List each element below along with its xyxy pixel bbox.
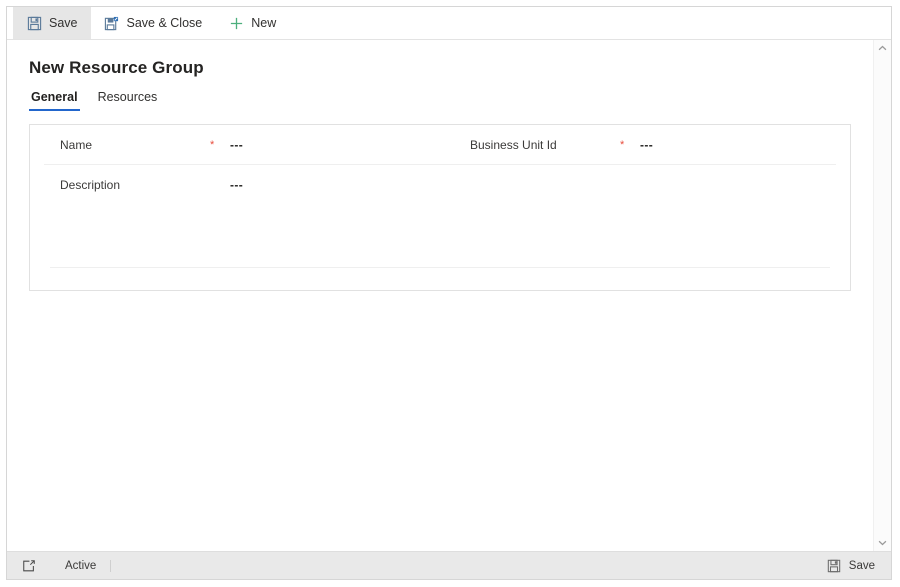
- save-button-label: Save: [49, 16, 78, 30]
- field-description-value[interactable]: ---: [230, 178, 243, 192]
- tab-general-label: General: [31, 90, 78, 104]
- new-button-label: New: [251, 16, 277, 30]
- field-business-unit-id[interactable]: Business Unit Id * ---: [440, 125, 850, 164]
- save-and-close-button[interactable]: Save & Close: [91, 7, 216, 39]
- status-badge: Active: [65, 559, 112, 572]
- status-left-group: Active: [21, 558, 112, 574]
- field-business-unit-id-required-marker: *: [620, 139, 625, 151]
- field-name-label: Name: [60, 137, 93, 152]
- save-button[interactable]: Save: [13, 7, 91, 39]
- field-business-unit-id-label: Business Unit Id: [470, 137, 557, 152]
- save-icon: [26, 15, 42, 31]
- form-body: New Resource Group General Resources Nam…: [7, 40, 891, 551]
- field-name-value[interactable]: ---: [230, 138, 243, 152]
- form-row: Description ---: [30, 165, 850, 204]
- form-row: Name * --- Business Unit Id * ---: [30, 125, 850, 164]
- status-bar: Active Save: [7, 551, 891, 579]
- chevron-down-icon[interactable]: [874, 534, 891, 551]
- tab-resources-label: Resources: [97, 90, 158, 104]
- save-and-close-button-label: Save & Close: [126, 16, 203, 30]
- vertical-scrollbar[interactable]: [873, 40, 891, 551]
- form-tabstrip: General Resources: [29, 90, 873, 111]
- command-bar: Save Save & Close New: [7, 7, 891, 40]
- page-title: New Resource Group: [29, 58, 204, 77]
- field-description-required-marker: [210, 184, 230, 186]
- status-save-button[interactable]: Save: [820, 555, 881, 577]
- tab-general[interactable]: General: [29, 90, 80, 111]
- field-name[interactable]: Name * ---: [30, 125, 440, 164]
- plus-icon: [228, 15, 244, 31]
- record-form-window: Save Save & Close New New Resource Group…: [6, 6, 892, 580]
- field-description[interactable]: Description ---: [30, 165, 440, 204]
- save-and-close-icon: [104, 15, 120, 31]
- card-footer-space: [30, 268, 850, 290]
- card-empty-space: [30, 204, 850, 267]
- chevron-up-icon[interactable]: [874, 40, 891, 57]
- field-business-unit-id-value[interactable]: ---: [640, 138, 653, 152]
- status-save-label: Save: [848, 559, 875, 572]
- save-icon: [826, 558, 842, 574]
- general-form-card: Name * --- Business Unit Id * --- Descri…: [29, 124, 851, 291]
- field-name-required-marker: *: [210, 139, 215, 151]
- field-description-label: Description: [60, 177, 121, 192]
- form-content: New Resource Group General Resources Nam…: [7, 40, 873, 551]
- field-empty-slot: [440, 165, 850, 204]
- new-button[interactable]: New: [215, 7, 289, 39]
- tab-resources[interactable]: Resources: [96, 90, 160, 111]
- open-in-new-window-icon[interactable]: [21, 558, 37, 574]
